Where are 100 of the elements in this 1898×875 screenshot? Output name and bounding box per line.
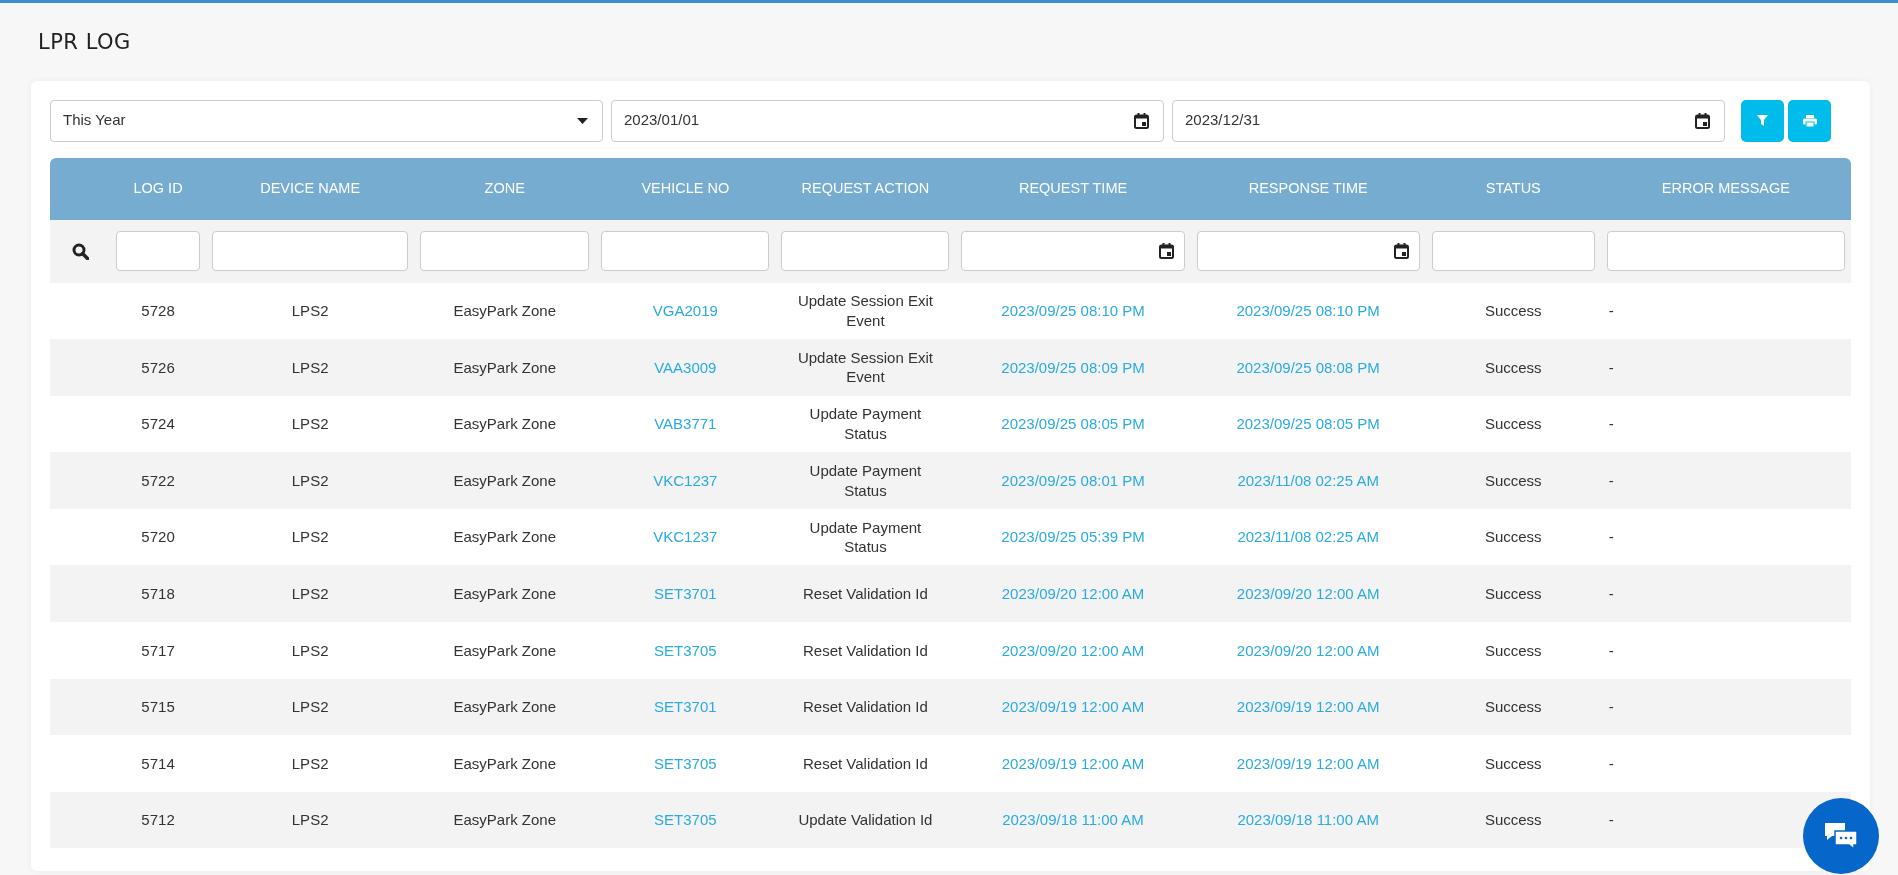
vehicle-link[interactable]: VKC1237: [653, 528, 718, 546]
device-name: LPS2: [291, 754, 329, 772]
filter-field[interactable]: [601, 231, 770, 271]
time-link[interactable]: 2023/09/25 08:01 PM: [1001, 471, 1145, 489]
filter-field[interactable]: [1431, 231, 1595, 271]
vehicle-link[interactable]: SET3701: [654, 585, 717, 602]
error-message: -: [1608, 585, 1614, 602]
time-link[interactable]: 2023/09/20 12:00 AM: [1001, 641, 1145, 659]
filter-field[interactable]: [116, 231, 201, 271]
time-link[interactable]: 2023/09/20 12:00 AM: [1001, 585, 1145, 602]
vehicle-link[interactable]: SET3705: [654, 754, 717, 772]
request-action: Update Payment Status: [808, 517, 923, 557]
status-text: Success: [1484, 528, 1542, 546]
status-text: Success: [1484, 415, 1542, 433]
request-action: Update Payment Status: [808, 404, 923, 444]
caret-icon: [577, 117, 588, 124]
vehicle-link[interactable]: SET3705: [654, 641, 717, 659]
error-message: -: [1608, 754, 1614, 772]
filter-field[interactable]: [781, 231, 950, 271]
time-link[interactable]: 2023/09/18 11:00 AM: [1002, 811, 1144, 829]
period-select[interactable]: This Year: [50, 99, 603, 142]
vehicle-link[interactable]: SET3701: [654, 698, 717, 716]
start-date-field[interactable]: 2023/01/01: [611, 99, 1164, 142]
device-name: LPS2: [291, 528, 329, 546]
time-link[interactable]: 2023/09/25 08:05 PM: [1001, 415, 1145, 433]
print-button[interactable]: [1788, 99, 1831, 142]
time-link[interactable]: 2023/09/25 05:39 PM: [1001, 528, 1145, 546]
print-icon: [1802, 114, 1817, 127]
time-link[interactable]: 2023/11/08 02:25 AM: [1237, 471, 1379, 489]
page-title: LPR LOG: [38, 29, 132, 56]
time-link[interactable]: 2023/09/19 12:00 AM: [1236, 754, 1380, 772]
column-header: DEVICE NAME: [260, 179, 361, 196]
device-name: LPS2: [291, 358, 329, 376]
time-link[interactable]: 2023/11/08 02:25 AM: [1237, 528, 1379, 546]
device-name: LPS2: [291, 698, 329, 716]
calendar-icon: [1134, 112, 1149, 129]
error-message: -: [1608, 358, 1614, 376]
time-link[interactable]: 2023/09/19 12:00 AM: [1236, 698, 1380, 716]
filter-icon: [1757, 115, 1768, 126]
chat-icon: [1823, 821, 1859, 851]
time-link[interactable]: 2023/09/25 08:08 PM: [1236, 358, 1380, 376]
log-id: 5722: [141, 471, 175, 489]
status-text: Success: [1484, 811, 1542, 829]
error-message: -: [1608, 811, 1614, 829]
error-message: -: [1608, 415, 1614, 433]
request-action: Reset Validation Id: [803, 640, 928, 661]
status-text: Success: [1484, 698, 1542, 716]
filter-field[interactable]: [1606, 231, 1845, 271]
filter-field[interactable]: [1196, 231, 1420, 271]
request-action: Reset Validation Id: [803, 697, 928, 717]
column-header: RESPONSE TIME: [1248, 179, 1368, 196]
device-name: LPS2: [291, 641, 329, 659]
filter-field[interactable]: [420, 231, 590, 271]
calendar-icon: [1695, 112, 1710, 129]
request-action: Reset Validation Id: [803, 584, 928, 604]
request-action: Update Payment Status: [808, 461, 923, 501]
vehicle-link[interactable]: VAA3009: [654, 358, 717, 376]
log-id: 5726: [141, 358, 175, 376]
status-text: Success: [1484, 471, 1542, 489]
time-link[interactable]: 2023/09/19 12:00 AM: [1001, 698, 1145, 716]
filter-field[interactable]: [961, 231, 1185, 271]
search-icon: [71, 243, 89, 261]
time-link[interactable]: 2023/09/20 12:00 AM: [1236, 585, 1380, 602]
error-message: -: [1608, 641, 1614, 659]
vehicle-link[interactable]: VAB3771: [654, 415, 717, 433]
log-id: 5717: [141, 641, 175, 659]
zone-name: EasyPark Zone: [453, 528, 556, 546]
time-link[interactable]: 2023/09/25 08:09 PM: [1001, 358, 1145, 376]
log-id: 5720: [141, 528, 175, 546]
column-header: VEHICLE NO: [641, 179, 730, 196]
column-header: ERROR MESSAGE: [1661, 179, 1790, 196]
log-id: 5715: [141, 698, 175, 716]
vehicle-link[interactable]: SET3705: [654, 811, 717, 829]
request-action: Update Session Exit Event: [796, 347, 934, 387]
status-text: Success: [1484, 358, 1542, 376]
time-link[interactable]: 2023/09/25 08:10 PM: [1001, 302, 1145, 320]
column-header: LOG ID: [133, 179, 183, 196]
zone-name: EasyPark Zone: [453, 585, 556, 602]
time-link[interactable]: 2023/09/25 08:05 PM: [1236, 415, 1380, 433]
zone-name: EasyPark Zone: [453, 358, 556, 376]
zone-name: EasyPark Zone: [453, 754, 556, 772]
log-id: 5728: [141, 302, 175, 320]
time-link[interactable]: 2023/09/25 08:10 PM: [1236, 302, 1380, 320]
time-link[interactable]: 2023/09/20 12:00 AM: [1236, 641, 1380, 659]
log-id: 5714: [141, 754, 175, 772]
time-link[interactable]: 2023/09/19 12:00 AM: [1001, 754, 1145, 772]
zone-name: EasyPark Zone: [453, 302, 556, 320]
calendar-icon: [1158, 243, 1174, 259]
filter-field[interactable]: [212, 231, 409, 271]
zone-name: EasyPark Zone: [453, 471, 556, 489]
vehicle-link[interactable]: VKC1237: [653, 471, 718, 489]
device-name: LPS2: [291, 585, 329, 602]
log-id: 5724: [141, 415, 175, 433]
device-name: LPS2: [291, 471, 329, 489]
end-date-field[interactable]: 2023/12/31: [1172, 99, 1725, 142]
zone-name: EasyPark Zone: [453, 415, 556, 433]
column-header: ZONE: [484, 179, 525, 196]
vehicle-link[interactable]: VGA2019: [652, 302, 718, 320]
filter-button[interactable]: [1741, 99, 1784, 142]
time-link[interactable]: 2023/09/18 11:00 AM: [1237, 811, 1379, 829]
